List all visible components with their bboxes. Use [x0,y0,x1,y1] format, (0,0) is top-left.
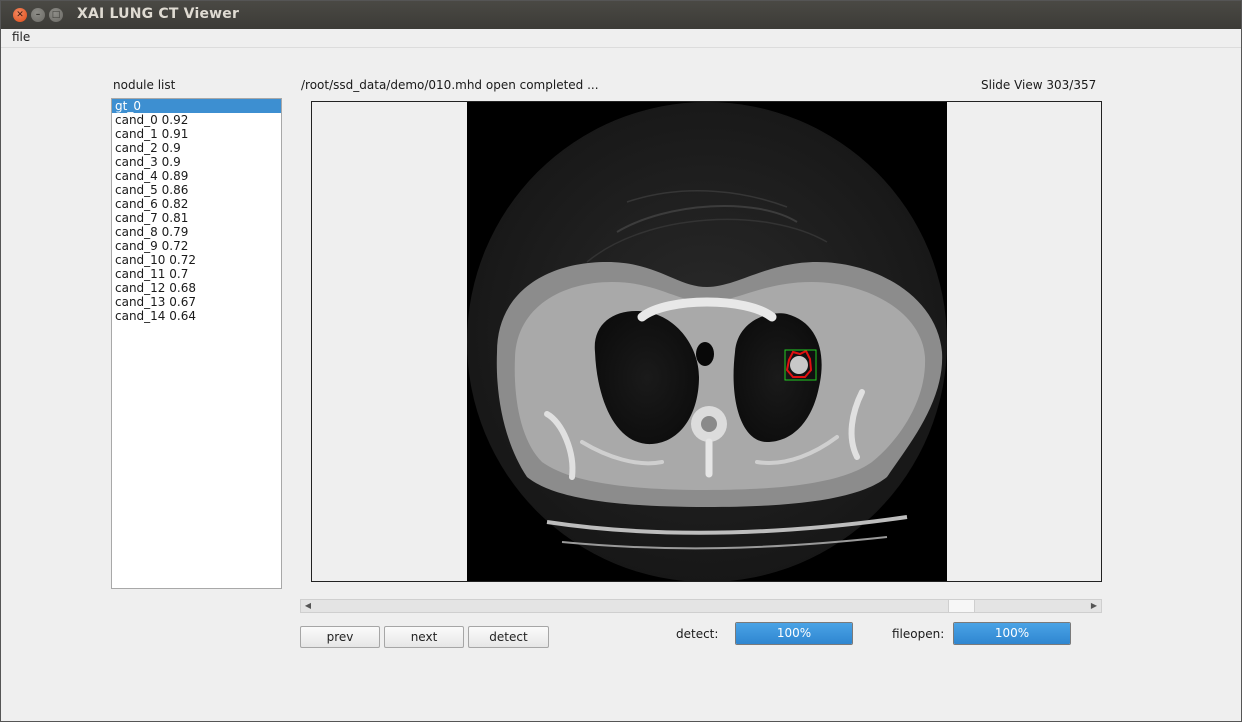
window-title: XAI LUNG CT Viewer [77,6,240,22]
detect-progress-label: detect: [676,627,719,641]
arrow-left-icon[interactable]: ◀ [301,600,315,612]
detect-progress-bar: 100% [735,622,853,645]
fileopen-progress-bar: 100% [953,622,1071,645]
list-item[interactable]: cand_4 0.89 [112,169,281,183]
next-button[interactable]: next [384,626,464,648]
list-item[interactable]: gt_0 [112,99,281,113]
close-icon[interactable]: ✕ [13,8,27,22]
nodule-list-title: nodule list [113,78,176,92]
scrollbar-thumb[interactable] [948,600,975,612]
menu-file[interactable]: file [12,30,30,44]
list-item[interactable]: cand_11 0.7 [112,267,281,281]
detect-progress-text: 100% [776,626,812,640]
fileopen-progress-label: fileopen: [892,627,945,641]
detect-button[interactable]: detect [468,626,549,648]
list-item[interactable]: cand_3 0.9 [112,155,281,169]
slide-view-label: Slide View 303/357 [981,78,1097,92]
maximize-icon[interactable]: □ [49,8,63,22]
main-window: ✕ – □ XAI LUNG CT Viewer file nodule lis… [0,0,1242,722]
list-item[interactable]: cand_7 0.81 [112,211,281,225]
minimize-icon[interactable]: – [31,8,45,22]
prev-button[interactable]: prev [300,626,380,648]
title-bar: ✕ – □ XAI LUNG CT Viewer [1,1,1241,29]
slide-scrollbar[interactable]: ◀ ▶ [300,599,1102,613]
arrow-right-icon[interactable]: ▶ [1087,600,1101,612]
nodule-list[interactable]: gt_0 cand_0 0.92 cand_1 0.91 cand_2 0.9 cand… [111,98,282,589]
list-item[interactable]: cand_5 0.86 [112,183,281,197]
list-item[interactable]: cand_9 0.72 [112,239,281,253]
fileopen-progress-text: 100% [994,626,1030,640]
list-item[interactable]: cand_12 0.68 [112,281,281,295]
list-item[interactable]: cand_10 0.72 [112,253,281,267]
ct-slice-image [467,102,947,581]
list-item[interactable]: cand_6 0.82 [112,197,281,211]
list-item[interactable]: cand_13 0.67 [112,295,281,309]
status-message: /root/ssd_data/demo/010.mhd open complet… [301,78,599,92]
list-item[interactable]: cand_0 0.92 [112,113,281,127]
list-item[interactable]: cand_8 0.79 [112,225,281,239]
ct-viewer[interactable] [311,101,1102,582]
list-item[interactable]: cand_14 0.64 [112,309,281,323]
menu-bar: file [1,29,1241,48]
list-item[interactable]: cand_1 0.91 [112,127,281,141]
nodule-marker [790,356,808,374]
list-item[interactable]: cand_2 0.9 [112,141,281,155]
